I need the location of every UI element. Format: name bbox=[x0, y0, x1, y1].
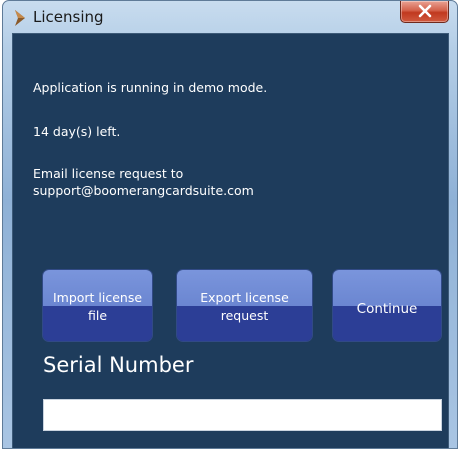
support-email-text: support@boomerangcardsuite.com bbox=[33, 183, 254, 198]
close-button[interactable] bbox=[400, 1, 449, 23]
licensing-window: Licensing Application is running in demo… bbox=[2, 0, 458, 449]
import-license-file-button[interactable]: Import license file bbox=[42, 269, 153, 342]
serial-number-input[interactable] bbox=[43, 399, 442, 431]
demo-mode-text: Application is running in demo mode. bbox=[33, 80, 268, 95]
app-chevron-icon bbox=[15, 10, 25, 26]
close-icon bbox=[418, 4, 432, 18]
title-bar[interactable]: Licensing bbox=[3, 1, 457, 33]
import-button-label-line2: file bbox=[87, 308, 108, 323]
export-license-request-button[interactable]: Export license request bbox=[176, 269, 313, 342]
continue-button-label: Continue bbox=[356, 301, 418, 317]
window-title: Licensing bbox=[33, 8, 104, 26]
serial-number-label: Serial Number bbox=[43, 353, 194, 377]
continue-button[interactable]: Continue bbox=[332, 269, 442, 342]
email-label-text: Email license request to bbox=[33, 166, 184, 181]
days-left-text: 14 day(s) left. bbox=[33, 124, 121, 139]
import-button-label-line1: Import license bbox=[52, 290, 143, 305]
export-button-label-line2: request bbox=[220, 308, 269, 323]
export-button-label-line1: Export license bbox=[200, 290, 289, 305]
